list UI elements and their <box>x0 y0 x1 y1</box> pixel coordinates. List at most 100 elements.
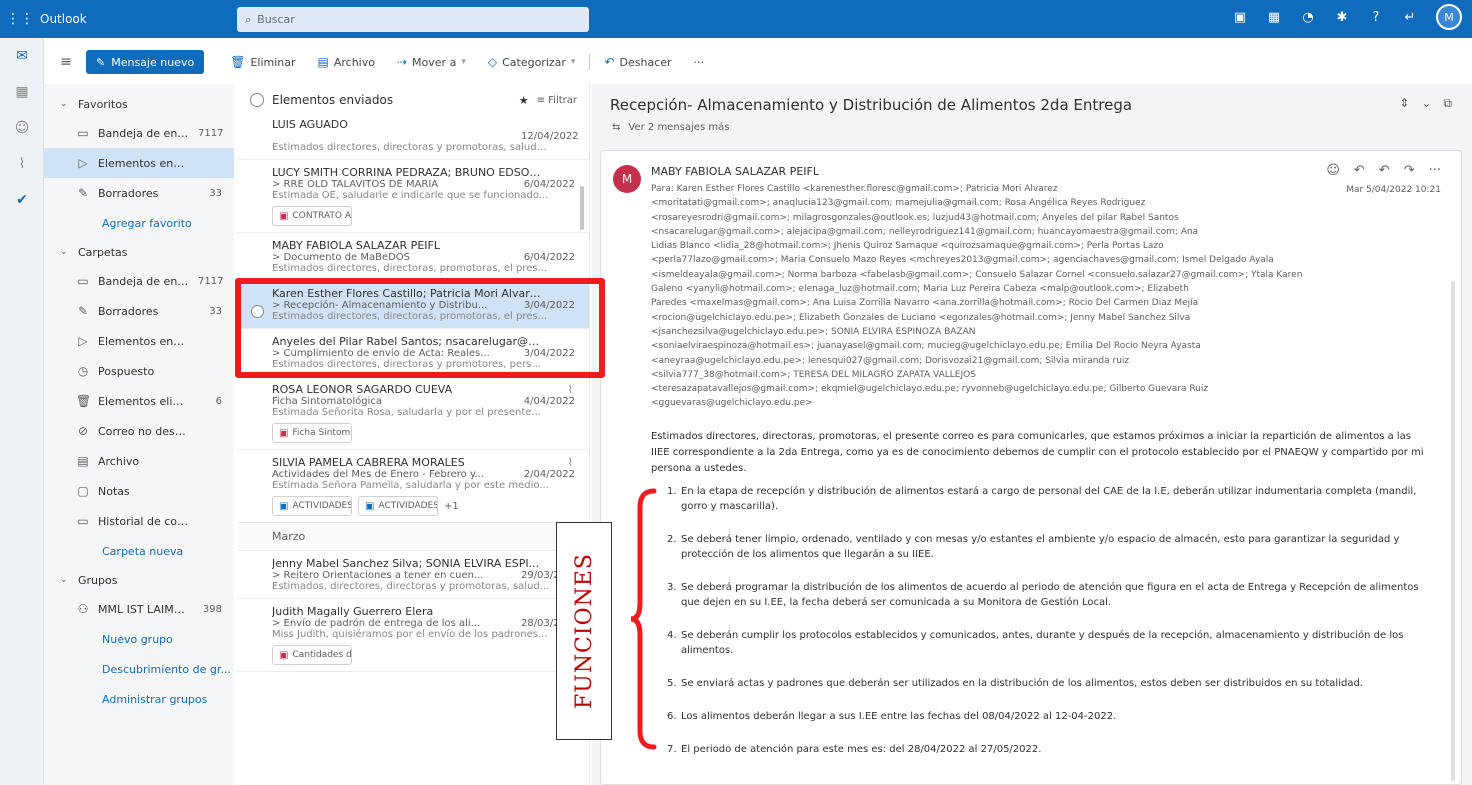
more-options-icon[interactable]: ··· <box>1429 163 1441 178</box>
list-number: 2. <box>667 534 677 545</box>
chevron-down-icon: ⌄ <box>60 575 68 585</box>
bell-icon[interactable]: ◔ <box>1300 9 1316 25</box>
message-list-scrollbar[interactable] <box>580 186 584 230</box>
star-icon[interactable]: ★ <box>519 94 529 107</box>
folder-history[interactable]: ▭ Historial de conversac... <box>44 506 234 536</box>
delete-button[interactable]: 🗑 Eliminar <box>222 55 303 69</box>
teams-icon[interactable]: ▣ <box>1232 9 1248 25</box>
message-subject: > RRE OLD TALAVITOS DE MARIA <box>272 179 439 190</box>
folder-pane: ⌄ Favoritos ▭ Bandeja de ent... 7117 ▷ Eleme… <box>44 84 234 785</box>
message-item[interactable]: Anyeles del Pilar Rabel Santos; nsacarel… <box>238 329 589 377</box>
message-item-selected[interactable]: Karen Esther Flores Castillo; Patricia M… <box>238 281 589 329</box>
new-folder-label: Carpeta nueva <box>102 544 184 558</box>
attachment-chip[interactable]: ▣ACTIVIDADES F... <box>358 496 438 516</box>
message-preview: Estimada OE, saludarle e indicarle que s… <box>272 190 549 201</box>
mail-icon[interactable]: ✉ <box>0 38 44 74</box>
move-button[interactable]: ⇢ Mover a ▾ <box>389 55 474 69</box>
attachment-chip[interactable]: ▣Ficha Sintomato... <box>272 423 352 443</box>
forward-icon[interactable]: ↷ <box>1404 163 1415 178</box>
search-placeholder: Buscar <box>257 13 295 26</box>
message-item[interactable]: ⌇ ROSA LEONOR SAGARDO CUEVA Ficha Sintom… <box>238 377 589 450</box>
select-all-checkbox[interactable] <box>250 93 264 107</box>
more-button[interactable]: ··· <box>686 56 713 69</box>
like-icon[interactable]: ☺ <box>1326 163 1340 178</box>
message-item[interactable]: ⌇ SILVIA PAMELA CABRERA MORALES Activida… <box>238 450 589 523</box>
reading-scrollbar[interactable] <box>1451 281 1455 781</box>
pdf-icon: ▣ <box>279 427 289 439</box>
message-item[interactable]: MABY FABIOLA SALAZAR PEIFL > Documento d… <box>238 233 589 281</box>
list-item: 6. Los alimentos deberán llegar a sus I.E… <box>667 709 1427 724</box>
attachment-chip[interactable]: ▣CONTRATO A... <box>272 206 352 226</box>
folder-drafts[interactable]: ✎ Borradores 33 <box>44 296 234 326</box>
folder-deleted[interactable]: 🗑 Elementos eliminad... 6 <box>44 386 234 416</box>
select-radio[interactable] <box>251 305 264 318</box>
zoom-icon[interactable]: ⇕ <box>1399 96 1409 111</box>
favorite-inbox[interactable]: ▭ Bandeja de ent... 7117 <box>44 118 234 148</box>
search-input[interactable]: ⌕ Buscar <box>237 7 589 32</box>
favorite-drafts[interactable]: ✎ Borradores 33 <box>44 178 234 208</box>
recipient-line: <ismeldeayala@gmail.com>; Norma barboza … <box>651 269 1303 280</box>
help-icon[interactable]: ? <box>1368 9 1384 25</box>
todo-icon[interactable]: ✔ <box>0 182 44 218</box>
folder-sent[interactable]: ▷ Elementos enviados <box>44 326 234 356</box>
folder-archive[interactable]: ▤ Archivo <box>44 446 234 476</box>
message-item[interactable]: Judith Magally Guerrero Elera > Envío de… <box>238 599 589 672</box>
folder-junk[interactable]: ⊘ Correo no deseado <box>44 416 234 446</box>
popout-icon[interactable]: ⧉ <box>1443 96 1452 111</box>
feedback-icon[interactable]: ↵ <box>1402 9 1418 25</box>
folder-label: Pospuesto <box>98 364 155 378</box>
folders-header[interactable]: ⌄ Carpetas <box>44 238 234 266</box>
favorite-sent[interactable]: ▷ Elementos enviados <box>44 148 234 178</box>
list-item-text: Se enviará actas y padrones que deberán … <box>681 678 1363 689</box>
new-mail-button[interactable]: ✎ Mensaje nuevo <box>86 50 205 74</box>
groups-header[interactable]: ⌄ Grupos <box>44 566 234 594</box>
message-date: 2/04/2022 <box>523 469 575 480</box>
attachment-name: ACTIVIDADES F... <box>378 501 438 511</box>
folder-inbox[interactable]: ▭ Bandeja de ent... 7117 <box>44 266 234 296</box>
message-date: 12/04/2022 <box>521 131 579 142</box>
trash-icon: 🗑 <box>76 394 92 408</box>
sender-avatar[interactable]: M <box>613 165 641 193</box>
calendar-icon[interactable]: ▦ <box>1266 9 1282 25</box>
archive-button[interactable]: ▤ Archivo <box>310 55 383 69</box>
message-date: 3/04/2022 <box>523 348 575 359</box>
new-group-link[interactable]: Nuevo grupo <box>44 624 234 654</box>
manage-groups-link[interactable]: Administrar grupos <box>44 684 234 714</box>
group-item[interactable]: ⚇ MML IST LAIMAV... 398 <box>44 594 234 624</box>
undo-button[interactable]: ↶ Deshacer <box>596 55 679 69</box>
list-item: 5. Se enviará actas y padrones que deberá… <box>667 676 1427 691</box>
filter-button[interactable]: ≡ Filtrar <box>537 95 577 106</box>
sender-name[interactable]: MABY FABIOLA SALAZAR PEIFL <box>651 165 819 178</box>
folder-move-icon: ⇢ <box>396 55 408 69</box>
people-icon[interactable]: ☺ <box>0 110 44 146</box>
discover-groups-label: Descubrimiento de gr... <box>102 662 231 676</box>
gear-icon[interactable]: ✱ <box>1334 9 1350 25</box>
list-number: 4. <box>667 630 677 641</box>
chevron-down-icon[interactable]: ⌄ <box>1421 96 1431 111</box>
message-item[interactable]: LUIS AGUADO 12/04/2022 Estimados directo… <box>238 116 589 160</box>
attach-rail-icon[interactable]: ⌇ <box>0 146 44 182</box>
app-launcher-icon[interactable]: ⋮⋮ <box>0 0 40 38</box>
discover-groups-link[interactable]: Descubrimiento de gr... <box>44 654 234 684</box>
folder-snoozed[interactable]: ◷ Pospuesto <box>44 356 234 386</box>
app-title[interactable]: Outlook <box>40 12 230 26</box>
reply-icon[interactable]: ↶ <box>1354 163 1365 178</box>
folder-notes[interactable]: ▢ Notas <box>44 476 234 506</box>
new-folder-link[interactable]: Carpeta nueva <box>44 536 234 566</box>
hamburger-icon[interactable]: ≡ <box>52 54 80 70</box>
attachment-chip[interactable]: ▣ACTIVIDADES E... <box>272 496 352 516</box>
categorize-button[interactable]: ◇ Categorizar ▾ <box>480 55 584 69</box>
add-favorite-link[interactable]: Agregar favorito <box>44 208 234 238</box>
message-item[interactable]: ⌇ Jenny Mabel Sanchez Silva; SONIA ELVIR… <box>238 551 589 599</box>
reply-all-icon[interactable]: ↶ <box>1379 163 1390 178</box>
junk-icon: ⊘ <box>77 424 89 438</box>
attachment-chip[interactable]: ▣Cantidades de... <box>272 645 352 665</box>
calendar-rail-icon[interactable]: ▦ <box>0 74 44 110</box>
thread-info[interactable]: ⇆ Ver 2 mensajes más <box>612 122 729 133</box>
message-item[interactable]: LUCY SMITH CORRINA PEDRAZA; BRUNO EDSON … <box>238 160 589 233</box>
user-avatar[interactable]: M <box>1436 4 1462 30</box>
manage-groups-label: Administrar grupos <box>102 692 208 706</box>
section-header: Marzo <box>238 523 589 551</box>
more-attachments[interactable]: +1 <box>444 501 459 512</box>
favorites-header[interactable]: ⌄ Favoritos <box>44 90 234 118</box>
